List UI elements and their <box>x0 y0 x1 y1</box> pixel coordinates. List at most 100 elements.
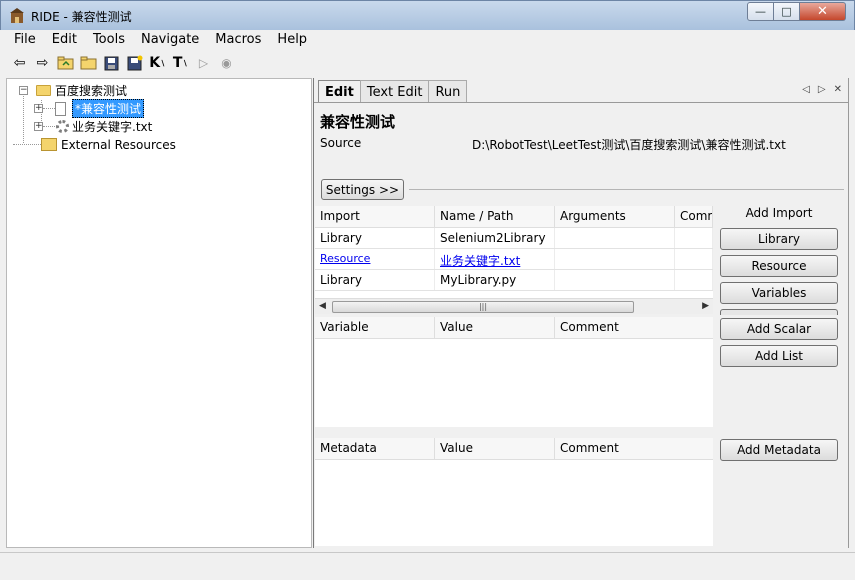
import-type-cell[interactable]: Resource <box>315 249 435 269</box>
tree-root-label: 百度搜索测试 <box>55 84 128 98</box>
menu-file[interactable]: File <box>6 30 44 50</box>
column-header[interactable]: Value <box>435 317 555 338</box>
collapse-icon[interactable]: − <box>19 86 28 95</box>
resource-file-icon <box>56 120 69 133</box>
import-comment-cell[interactable] <box>675 270 713 290</box>
metadata-table: Metadata Value Comment <box>315 438 713 546</box>
file-icon <box>55 101 66 116</box>
scroll-right-icon[interactable]: ▶ <box>702 301 709 311</box>
menu-macros[interactable]: Macros <box>207 30 269 50</box>
column-header[interactable]: Value <box>435 438 555 459</box>
import-type-cell[interactable]: Library <box>315 270 435 290</box>
source-path: D:\RobotTest\LeetTest测试\百度搜索测试\兼容性测试.txt <box>472 138 786 152</box>
column-header[interactable]: Arguments <box>555 206 675 227</box>
column-header[interactable]: Name / Path <box>435 206 555 227</box>
open-directory-icon[interactable] <box>56 54 75 73</box>
import-table: Import Name / Path Arguments Comm Librar… <box>315 206 713 298</box>
external-resources-icon <box>41 138 57 151</box>
maximize-button[interactable]: □ <box>774 2 800 21</box>
toolbar: ⇦ ⇨ K ∖ T ∖ ▷ ◉ <box>6 51 849 75</box>
tab-controls: ◁ ▷ ✕ <box>802 84 842 95</box>
add-metadata-button[interactable]: Add Metadata <box>720 439 838 461</box>
variable-table-header: Variable Value Comment <box>315 317 713 339</box>
column-header[interactable]: Comment <box>555 317 675 338</box>
column-header[interactable]: Import <box>315 206 435 227</box>
import-args-cell[interactable] <box>555 228 675 248</box>
test-suite-tree: − 百度搜索测试 + *兼容性测试 + 业务关键字.txt External R… <box>6 78 312 548</box>
minimize-icon: — <box>755 5 766 18</box>
save-icon[interactable] <box>102 54 121 73</box>
menu-edit[interactable]: Edit <box>44 30 85 50</box>
column-header[interactable]: Metadata <box>315 438 435 459</box>
import-args-cell[interactable] <box>555 249 675 269</box>
import-comment-cell[interactable] <box>675 249 713 269</box>
close-button[interactable]: ✕ <box>800 2 846 21</box>
folder-icon <box>36 85 51 96</box>
table-row[interactable]: Library Selenium2Library <box>315 228 713 249</box>
import-table-header: Import Name / Path Arguments Comm <box>315 206 713 228</box>
tab-prev-icon[interactable]: ◁ <box>802 84 810 95</box>
settings-button[interactable]: Settings >> <box>321 179 404 200</box>
import-name-cell[interactable]: 业务关键字.txt <box>435 249 555 269</box>
tree-item-compatibility-test[interactable]: + *兼容性测试 <box>34 99 145 118</box>
open-folder-icon[interactable] <box>79 54 98 73</box>
tab-close-icon[interactable]: ✕ <box>834 84 842 95</box>
tab-edit[interactable]: Edit <box>318 80 361 102</box>
run-icon[interactable]: ▷ <box>194 54 213 73</box>
metadata-table-header: Metadata Value Comment <box>315 438 713 460</box>
editor-pane: Edit Text Edit Run ◁ ▷ ✕ 兼容性测试 Source D:… <box>313 78 849 548</box>
source-label: Source <box>320 136 362 150</box>
column-header[interactable]: Comm <box>675 206 713 227</box>
expand-icon[interactable]: + <box>34 104 43 113</box>
tree-root-row[interactable]: − 百度搜索测试 <box>19 82 127 99</box>
maximize-icon: □ <box>781 5 792 18</box>
import-table-scrollbar[interactable]: ◀ ||| ▶ <box>315 298 713 314</box>
scroll-left-icon[interactable]: ◀ <box>319 301 326 311</box>
minimize-button[interactable]: — <box>747 2 774 21</box>
tree-item-label: 业务关键字.txt <box>72 120 153 134</box>
forward-arrow-icon[interactable]: ⇨ <box>33 54 52 73</box>
menu-help[interactable]: Help <box>269 30 315 50</box>
test-search-icon[interactable]: T ∖ <box>171 54 190 73</box>
import-name-cell[interactable]: Selenium2Library <box>435 228 555 248</box>
scrollbar-thumb[interactable]: ||| <box>332 301 634 313</box>
add-scalar-button[interactable]: Add Scalar <box>720 318 838 340</box>
import-comment-cell[interactable] <box>675 228 713 248</box>
suite-title: 兼容性测试 <box>320 113 396 131</box>
tab-next-icon[interactable]: ▷ <box>818 84 826 95</box>
table-row[interactable]: Resource 业务关键字.txt <box>315 249 713 270</box>
close-icon: ✕ <box>817 4 828 19</box>
column-header[interactable]: Comment <box>555 438 675 459</box>
import-name-cell[interactable]: MyLibrary.py <box>435 270 555 290</box>
tree-external-resources[interactable]: External Resources <box>41 136 176 153</box>
menu-navigate[interactable]: Navigate <box>133 30 207 50</box>
external-resources-label: External Resources <box>61 137 176 152</box>
ride-app-icon <box>10 8 24 23</box>
back-arrow-icon[interactable]: ⇦ <box>10 54 29 73</box>
add-list-button[interactable]: Add List <box>720 345 838 367</box>
buttons-clip-edge <box>720 309 838 315</box>
stop-icon[interactable]: ◉ <box>217 54 236 73</box>
tab-text-edit[interactable]: Text Edit <box>359 80 430 102</box>
title-bar: RIDE - 兼容性测试 — □ ✕ <box>0 0 855 30</box>
tab-run[interactable]: Run <box>428 80 468 102</box>
expand-icon[interactable]: + <box>34 122 43 131</box>
add-import-label: Add Import <box>745 206 813 220</box>
import-args-cell[interactable] <box>555 270 675 290</box>
keyword-search-icon[interactable]: K ∖ <box>148 54 167 73</box>
import-type-cell[interactable]: Library <box>315 228 435 248</box>
variable-table: Variable Value Comment <box>315 317 713 427</box>
add-variables-button[interactable]: Variables <box>720 282 838 304</box>
tree-item-business-keywords[interactable]: + 业务关键字.txt <box>34 118 152 135</box>
menu-tools[interactable]: Tools <box>85 30 133 50</box>
save-all-icon[interactable] <box>125 54 144 73</box>
window-title: RIDE - 兼容性测试 <box>31 10 132 24</box>
add-library-button[interactable]: Library <box>720 228 838 250</box>
table-row[interactable]: Library MyLibrary.py <box>315 270 713 291</box>
menu-bar: File Edit Tools Navigate Macros Help <box>6 30 849 50</box>
column-header[interactable]: Variable <box>315 317 435 338</box>
add-resource-button[interactable]: Resource <box>720 255 838 277</box>
status-bar <box>0 552 855 580</box>
editor-tabs: Edit Text Edit Run <box>318 80 468 102</box>
tree-item-label: *兼容性测试 <box>72 99 145 118</box>
